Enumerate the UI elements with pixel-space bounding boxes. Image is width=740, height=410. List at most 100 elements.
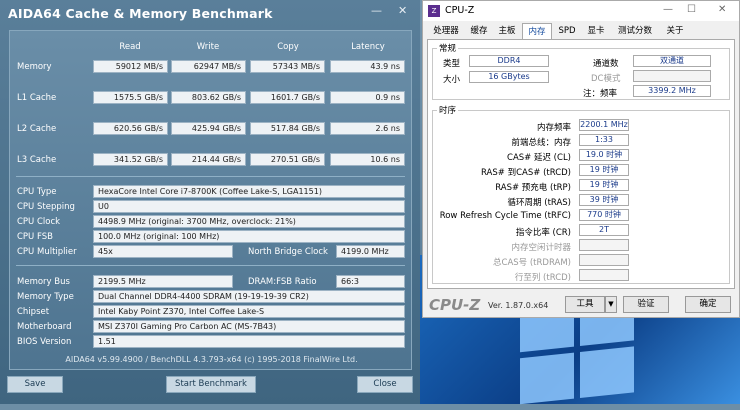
latency-value: 2.6 ns [330, 122, 405, 135]
tab-mainboard[interactable]: 主板 [493, 23, 521, 39]
tab-cache[interactable]: 缓存 [465, 23, 493, 39]
aida64-window: AIDA64 Cache & Memory Benchmark — ✕ Read… [0, 0, 420, 404]
cpu-clock-value: 4498.9 MHz (original: 3700 MHz, overcloc… [93, 215, 405, 228]
nb-frequency-value: 3399.2 MHz [633, 85, 711, 97]
maximize-icon[interactable]: ☐ [687, 4, 696, 15]
cpu-multiplier-label: CPU Multiplier [17, 247, 77, 257]
timing-label: 循环周期 (tRAS) [507, 198, 571, 208]
timing-label: 内存频率 [536, 123, 571, 133]
timing-label: 内存空闲计时器 [511, 243, 571, 253]
cpu-stepping-label: CPU Stepping [17, 202, 75, 212]
cpu-clock-label: CPU Clock [17, 217, 61, 227]
copyright-text: AIDA64 v5.99.4900 / BenchDLL 4.3.793-x64… [65, 355, 358, 364]
nb-clock-label: North Bridge Clock [248, 247, 328, 257]
memory-bus-value: 2199.5 MHz [93, 275, 233, 288]
nb-clock-value: 4199.0 MHz [336, 245, 405, 258]
timing-label: CAS# 延迟 (CL) [507, 153, 571, 163]
latency-value: 10.6 ns [330, 153, 405, 166]
cpu-multiplier-value: 45x [93, 245, 233, 258]
timing-value [579, 269, 629, 281]
tab-memory[interactable]: 内存 [522, 23, 552, 39]
divider [16, 265, 405, 266]
memory-type-label: Memory Type [17, 292, 74, 302]
tab-graphics[interactable]: 显卡 [582, 23, 610, 39]
save-button[interactable]: Save [7, 376, 63, 393]
cpu-fsb-value: 100.0 MHz (original: 100 MHz) [93, 230, 405, 243]
copy-value: 270.51 GB/s [250, 153, 325, 166]
motherboard-label: Motherboard [17, 322, 72, 332]
cpu-type-label: CPU Type [17, 187, 57, 197]
timing-label: 前端总线：内存 [511, 138, 571, 148]
chipset-label: Chipset [17, 307, 50, 317]
ok-button[interactable]: 确定 [685, 296, 731, 313]
tab-about[interactable]: 关于 [661, 23, 689, 39]
timing-label: RAS# 到CAS# (tRCD) [481, 168, 571, 178]
minimize-icon[interactable]: — [371, 4, 382, 17]
bios-value: 1.51 [93, 335, 405, 348]
row-label: Memory [17, 62, 52, 72]
timing-value: 19 时钟 [579, 179, 629, 191]
title-bar: Z CPU-Z — ☐ ✕ [423, 1, 739, 21]
window-title: CPU-Z [445, 5, 475, 16]
timing-value [579, 239, 629, 251]
motherboard-value: MSI Z370I Gaming Pro Carbon AC (MS-7B43) [93, 320, 405, 333]
read-value: 341.52 GB/s [93, 153, 168, 166]
copy-value: 517.84 GB/s [250, 122, 325, 135]
general-group-title: 常规 [437, 42, 459, 54]
write-value: 214.44 GB/s [171, 153, 246, 166]
minimize-icon[interactable]: — [663, 4, 673, 15]
version-text: Ver. 1.87.0.x64 [488, 301, 549, 310]
close-icon[interactable]: ✕ [398, 4, 407, 17]
divider [16, 176, 405, 177]
tab-processor[interactable]: 处理器 [427, 23, 465, 39]
dc-mode-value [633, 70, 711, 82]
type-value: DDR4 [469, 55, 549, 67]
chipset-value: Intel Kaby Point Z370, Intel Coffee Lake… [93, 305, 405, 318]
timing-value [579, 254, 629, 266]
timing-value: 19 时钟 [579, 164, 629, 176]
row-label: L3 Cache [17, 155, 57, 165]
bottom-bar: CPU-Z Ver. 1.87.0.x64 工具 ▼ 验证 确定 [423, 293, 739, 317]
bios-label: BIOS Version [17, 337, 72, 347]
timing-label: 行至列 (tRCD) [514, 273, 571, 283]
timing-value: 1:33 [579, 134, 629, 146]
col-header-write: Write [196, 42, 220, 52]
timing-value: 2200.1 MHz [579, 119, 629, 131]
start-benchmark-button[interactable]: Start Benchmark [166, 376, 256, 393]
cpuz-app-icon: Z [428, 5, 440, 17]
general-group: 常规 类型 DDR4 大小 16 GBytes 通道数 双通道 DC模式 注：频… [432, 42, 730, 100]
read-value: 1575.5 GB/s [93, 91, 168, 104]
cpu-stepping-value: U0 [93, 200, 405, 213]
timing-value: 2T [579, 224, 629, 236]
dc-mode-label: DC模式 [591, 74, 621, 84]
close-icon[interactable]: ✕ [718, 4, 726, 15]
read-value: 59012 MB/s [93, 60, 168, 73]
timing-label: 总CAS号 (tRDRAM) [493, 258, 571, 268]
tab-bench[interactable]: 测试分数 [611, 23, 659, 39]
timings-group: 时序 内存频率 2200.1 MHz 前端总线：内存 1:33 CAS# 延迟 (CL)… [432, 104, 730, 284]
write-value: 425.94 GB/s [171, 122, 246, 135]
col-header-copy: Copy [277, 42, 299, 52]
col-header-read: Read [119, 42, 141, 52]
tools-dropdown-arrow-icon[interactable]: ▼ [605, 296, 617, 313]
cpu-fsb-label: CPU FSB [17, 232, 53, 242]
tab-spd[interactable]: SPD [554, 23, 580, 39]
dram-fsb-label: DRAM:FSB Ratio [248, 277, 317, 287]
timing-label: Row Refresh Cycle Time (tRFC) [439, 211, 571, 221]
close-button[interactable]: Close [357, 376, 413, 393]
memory-tab-panel: 常规 类型 DDR4 大小 16 GBytes 通道数 双通道 DC模式 注：频… [427, 39, 735, 289]
latency-value: 0.9 ns [330, 91, 405, 104]
benchmark-panel: Read Write Copy Latency Memory 59012 MB/… [9, 30, 412, 370]
memory-bus-label: Memory Bus [17, 277, 70, 287]
size-value: 16 GBytes [469, 71, 549, 83]
write-value: 803.62 GB/s [171, 91, 246, 104]
window-title: AIDA64 Cache & Memory Benchmark [8, 6, 273, 21]
validate-button[interactable]: 验证 [623, 296, 669, 313]
cpuz-window: Z CPU-Z — ☐ ✕ 处理器 缓存 主板 内存 SPD 显卡 测试分数 关… [422, 0, 740, 318]
timing-value: 770 时钟 [579, 209, 629, 221]
timing-label: RAS# 预充电 (tRP) [495, 183, 571, 193]
copy-value: 1601.7 GB/s [250, 91, 325, 104]
timings-group-title: 时序 [437, 104, 459, 116]
memory-type-value: Dual Channel DDR4-4400 SDRAM (19-19-19-3… [93, 290, 405, 303]
tools-button[interactable]: 工具 [565, 296, 605, 313]
